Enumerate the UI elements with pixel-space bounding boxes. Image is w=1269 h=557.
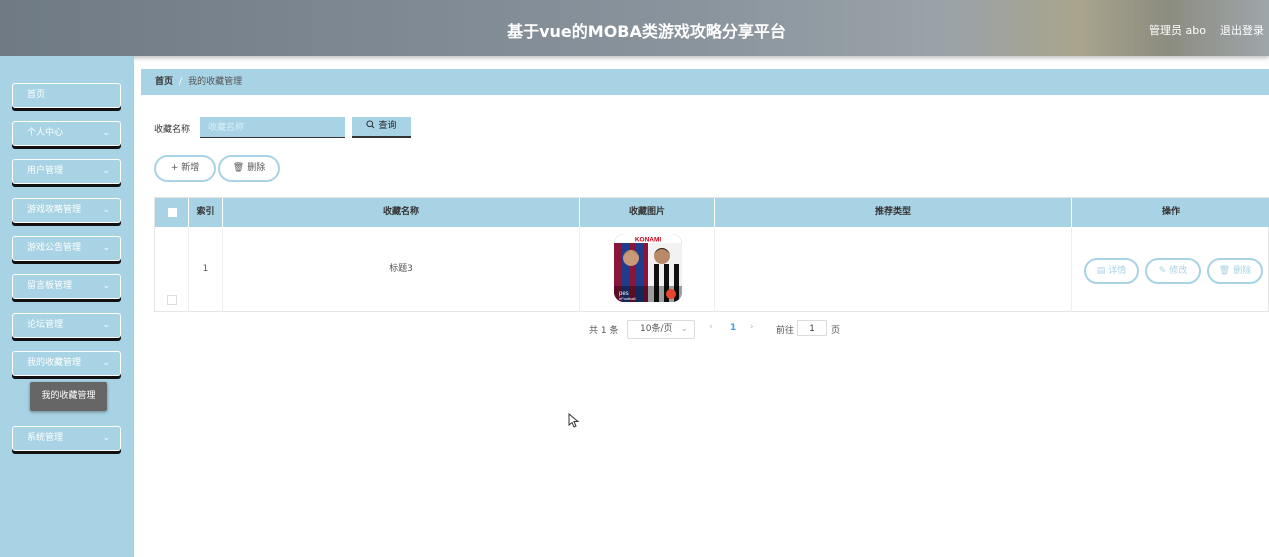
column-header: 推荐类型 <box>715 198 1072 227</box>
column-header: 操作 <box>1161 207 1180 217</box>
detail-button-label: 详情 <box>1108 266 1127 276</box>
page-number-current[interactable]: 1 <box>730 323 736 333</box>
trash-icon: 🗑 <box>232 163 245 173</box>
select-all-column <box>155 198 189 227</box>
sidebar-item-guides[interactable]: 游戏攻略管理 ⌄ <box>12 198 121 223</box>
column-header: 索引 <box>189 198 223 227</box>
sidebar-item-label: 游戏公告管理 <box>27 243 82 253</box>
table-header: 索引 收藏名称 收藏图片 推荐类型 操作 <box>155 198 1269 227</box>
search-label: 收藏名称 <box>154 125 191 135</box>
search-input[interactable] <box>200 117 345 138</box>
sidebar-item-label: 个人中心 <box>27 128 64 138</box>
chevron-down-icon: ⌄ <box>680 324 688 334</box>
svg-text:KONAMI: KONAMI <box>635 237 662 244</box>
chevron-down-icon: ⌄ <box>102 281 110 291</box>
sidebar-item-label: 用户管理 <box>27 166 64 176</box>
edit-button-label: 修改 <box>1169 266 1188 276</box>
sidebar-item-label: 留言板管理 <box>27 281 73 291</box>
search-icon <box>366 120 375 129</box>
trash-icon: 🗑 <box>1218 266 1231 276</box>
sidebar-item-system[interactable]: 系统管理 ⌄ <box>12 426 121 451</box>
sidebar-item-label: 系统管理 <box>27 433 64 443</box>
sidebar-item-announcements[interactable]: 游戏公告管理 ⌄ <box>12 236 121 261</box>
row-select-cell <box>155 227 189 312</box>
breadcrumb: 首页 / 我的收藏管理 <box>141 69 1269 95</box>
document-icon: ▤ <box>1096 266 1106 276</box>
pagination-total: 共 1 条 <box>589 326 619 336</box>
sidebar-item-messages[interactable]: 留言板管理 ⌄ <box>12 274 121 299</box>
chevron-down-icon: ⌄ <box>102 358 110 368</box>
goto-label: 前往 <box>776 326 795 336</box>
sidebar-item-label: 首页 <box>27 90 46 100</box>
add-button[interactable]: + 新增 <box>154 155 216 182</box>
edit-icon: ✎ <box>1158 266 1167 276</box>
detail-button[interactable]: ▤ 详情 <box>1084 258 1139 284</box>
row-delete-button-label: 删除 <box>1233 266 1252 276</box>
query-button-label: 查询 <box>378 121 397 131</box>
submenu-item-favorites[interactable]: 我的收藏管理 <box>30 382 107 411</box>
chevron-down-icon: ⌄ <box>102 320 110 330</box>
chevron-down-icon: ⌄ <box>102 205 110 215</box>
name-cell: 标题3 <box>223 227 580 312</box>
prev-page-button[interactable]: ‹ <box>709 322 713 332</box>
index-cell: 1 <box>189 227 223 312</box>
column-header: 收藏图片 <box>580 198 715 227</box>
favorite-image: KONAMI pes eFootball <box>614 234 682 302</box>
sidebar-item-home[interactable]: 首页 <box>12 83 121 108</box>
chevron-down-icon: ⌄ <box>102 433 110 443</box>
top-header: 基于vue的MOBA类游戏攻略分享平台 管理员 abo 退出登录 <box>0 0 1269 56</box>
chevron-down-icon: ⌄ <box>102 128 110 138</box>
svg-text:eFootball: eFootball <box>619 296 636 301</box>
edit-button[interactable]: ✎ 修改 <box>1145 258 1201 284</box>
page-size-value: 10条/页 <box>640 324 673 334</box>
plus-icon: + <box>170 163 179 173</box>
next-page-button[interactable]: › <box>750 322 754 332</box>
select-all-checkbox[interactable] <box>168 208 177 217</box>
type-cell <box>715 227 1072 312</box>
sidebar-item-users[interactable]: 用户管理 ⌄ <box>12 159 121 184</box>
logout-link[interactable]: 退出登录 <box>1220 22 1264 38</box>
goto-suffix: 页 <box>831 326 841 336</box>
breadcrumb-separator: / <box>179 77 183 87</box>
mouse-cursor-icon <box>568 413 580 428</box>
row-delete-button[interactable]: 🗑 删除 <box>1207 258 1263 284</box>
app-title: 基于vue的MOBA类游戏攻略分享平台 <box>507 22 786 41</box>
current-user: 管理员 abo <box>1149 24 1206 37</box>
data-table: 索引 收藏名称 收藏图片 推荐类型 操作 1 标题3 KONAMI pes eF… <box>154 197 1269 312</box>
add-button-label: 新增 <box>181 163 200 173</box>
sidebar-item-forum[interactable]: 论坛管理 ⌄ <box>12 313 121 338</box>
chevron-down-icon: ⌄ <box>102 166 110 176</box>
sidebar-item-favorites[interactable]: 我的收藏管理 ⌄ <box>12 351 121 376</box>
chevron-down-icon: ⌄ <box>102 243 110 253</box>
batch-delete-button[interactable]: 🗑 删除 <box>218 155 280 182</box>
sidebar-item-label: 游戏攻略管理 <box>27 205 82 215</box>
breadcrumb-home[interactable]: 首页 <box>155 77 173 87</box>
sidebar-item-profile[interactable]: 个人中心 ⌄ <box>12 121 121 146</box>
row-checkbox[interactable] <box>167 295 177 305</box>
query-button[interactable]: 查询 <box>352 117 411 138</box>
sidebar-item-label: 论坛管理 <box>27 320 64 330</box>
breadcrumb-current: 我的收藏管理 <box>188 77 243 87</box>
goto-page-input[interactable] <box>797 320 827 336</box>
column-header: 收藏名称 <box>223 198 580 227</box>
page-size-select[interactable]: 10条/页 ⌄ <box>627 320 695 339</box>
sidebar-item-label: 我的收藏管理 <box>27 358 82 368</box>
delete-button-label: 删除 <box>247 163 266 173</box>
